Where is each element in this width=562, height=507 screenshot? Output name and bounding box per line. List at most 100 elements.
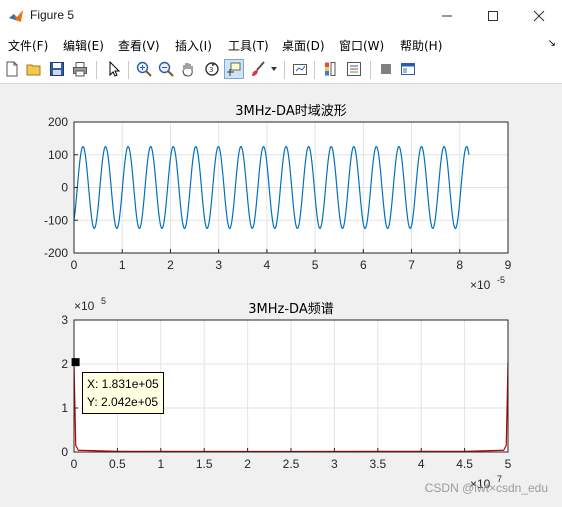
chevron-down-icon [271, 67, 277, 71]
pan-hand-icon [182, 63, 193, 77]
x-tick-label: 0 [71, 258, 78, 272]
menu-view[interactable]: 查看(V) [118, 37, 160, 54]
x-tick-label: 2 [167, 258, 174, 272]
legend-button[interactable] [344, 59, 364, 79]
x-tick-label: 3.5 [369, 457, 386, 471]
y-tick-label: 3 [61, 313, 68, 327]
menu-bar: 文件(F) 编辑(E) 查看(V) 插入(I) 工具(T) 桌面(D) 窗口(W… [0, 32, 562, 56]
data-tip[interactable]: X: 1.831e+05 Y: 2.042e+05 [82, 372, 164, 414]
plots-svg: 0 1 2 3 4 5 6 7 8 92001000-100-2003MHz-DA时域波形×10-… [44, 104, 512, 491]
figure-canvas: 0 1 2 3 4 5 6 7 8 9 200 100 0 -100 -200 3MHz-DA时域波形 ×10-… [0, 84, 562, 507]
zoom-in-button[interactable] [134, 59, 154, 79]
data-cursor-icon [227, 62, 241, 76]
brush-icon [252, 61, 265, 76]
menu-edit[interactable]: 编辑(E) [63, 37, 104, 54]
x-tick-label: 0.5 [109, 457, 126, 471]
x-tick-label: 4 [264, 258, 271, 272]
window-titlebar: Figure 5 [0, 0, 562, 32]
legend-icon [347, 62, 361, 76]
y-tick-label: 0 [61, 445, 68, 459]
minimize-button[interactable] [424, 0, 470, 32]
zoom-out-button[interactable] [156, 59, 176, 79]
menu-overflow-icon[interactable]: ↘ [548, 38, 556, 49]
print-icon [73, 62, 87, 77]
toolbar-separator [370, 61, 371, 79]
pan-button[interactable] [178, 59, 198, 79]
data-tip-x: X: 1.831e+05 [87, 377, 159, 391]
y-tick-label: 1 [61, 401, 68, 415]
close-button[interactable] [516, 0, 562, 32]
x-tick-label: 0 [71, 457, 78, 471]
y-tick-label: 2 [61, 357, 68, 371]
print-button[interactable] [70, 59, 90, 79]
menu-desktop[interactable]: 桌面(D) [282, 37, 325, 54]
x-tick-label: 3 [331, 457, 338, 471]
y-exponent-power: 5 [101, 296, 106, 306]
data-tip-marker [71, 358, 80, 367]
x-exponent-base: ×10 [470, 278, 491, 292]
save-button[interactable] [47, 59, 67, 79]
x-tick-label: 5 [312, 258, 319, 272]
matlab-logo-icon [8, 8, 24, 24]
toolbar-separator [314, 61, 315, 79]
colorbar-button[interactable] [320, 59, 340, 79]
x-tick-label: 2 [244, 457, 251, 471]
x-tick-label: 6 [360, 258, 367, 272]
y-tick-label: 0 [61, 181, 68, 195]
hide-plot-tools-icon [381, 64, 391, 74]
window-title: Figure 5 [30, 8, 75, 22]
zoom-out-icon [158, 61, 174, 77]
rotate-3d-button[interactable]: 3 [202, 59, 222, 79]
data-tip-y: Y: 2.042e+05 [87, 395, 159, 409]
close-icon [533, 10, 545, 22]
colorbar-icon [325, 62, 336, 76]
toolbar-separator [128, 61, 129, 79]
x-tick-label: 9 [505, 258, 512, 272]
select-arrow-icon [109, 61, 121, 77]
y-tick-label: -200 [44, 246, 68, 260]
figure-toolbar: 3 [0, 56, 562, 84]
brush-dropdown[interactable] [268, 59, 280, 79]
maximize-button[interactable] [470, 0, 516, 32]
show-plot-tools-icon [401, 63, 415, 75]
x-tick-label: 7 [408, 258, 415, 272]
open-icon [26, 64, 41, 76]
x-tick-label: 3 [215, 258, 222, 272]
y-tick-label: -100 [44, 213, 68, 227]
menu-window[interactable]: 窗口(W) [339, 37, 384, 54]
y-exponent-base: ×10 [74, 299, 95, 313]
link-plot-icon [293, 64, 307, 75]
x-tick-label: 2.5 [283, 457, 300, 471]
data-cursor-button[interactable] [224, 59, 244, 79]
menu-tools[interactable]: 工具(T) [228, 37, 269, 54]
menu-help[interactable]: 帮助(H) [400, 37, 442, 54]
chart-title: 3MHz-DA时域波形 [235, 104, 346, 119]
y-tick-label: 200 [48, 115, 68, 129]
x-exponent-power: -5 [497, 275, 505, 285]
menu-insert[interactable]: 插入(I) [175, 37, 212, 54]
x-tick-label: 1.5 [196, 457, 213, 471]
x-tick-label: 5 [505, 457, 512, 471]
open-button[interactable] [24, 59, 44, 79]
x-tick-label: 1 [157, 457, 164, 471]
x-tick-label: 4 [418, 457, 425, 471]
menu-file[interactable]: 文件(F) [8, 37, 48, 54]
select-button[interactable] [104, 59, 124, 79]
x-tick-label: 4.5 [456, 457, 473, 471]
brush-button[interactable] [248, 59, 268, 79]
new-figure-icon [6, 61, 18, 77]
chart-title: 3MHz-DA频谱 [248, 302, 333, 317]
new-figure-button[interactable] [2, 59, 22, 79]
maximize-icon [488, 11, 498, 21]
x-tick-label: 8 [456, 258, 463, 272]
link-plot-button[interactable] [290, 59, 310, 79]
y-tick-label: 100 [48, 148, 68, 162]
x-tick-label: 1 [119, 258, 126, 272]
hide-plot-tools-button[interactable] [376, 59, 396, 79]
show-plot-tools-button[interactable] [398, 59, 418, 79]
toolbar-separator [96, 61, 97, 79]
svg-text:3: 3 [209, 66, 213, 74]
save-icon [50, 62, 64, 76]
rotate-3d-icon: 3 [205, 62, 219, 76]
zoom-in-icon [136, 61, 152, 77]
